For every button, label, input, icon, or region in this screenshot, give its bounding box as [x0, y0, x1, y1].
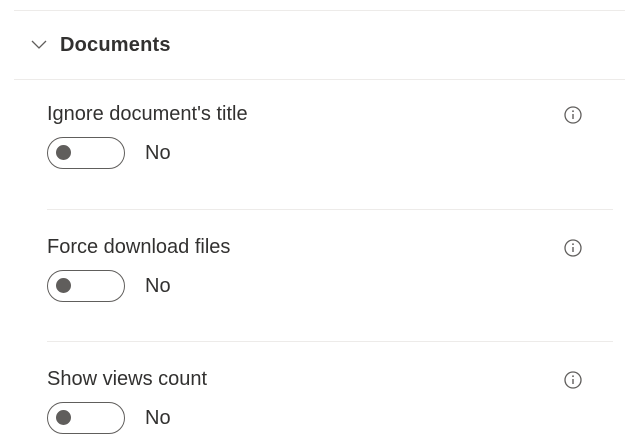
setting-force-download-files: Force download files No	[47, 236, 613, 306]
force-download-files-toggle[interactable]	[47, 270, 125, 302]
setting-ignore-document-title: Ignore document's title No	[47, 103, 613, 173]
toggle-state-label: No	[145, 274, 171, 297]
setting-divider	[47, 209, 613, 210]
info-icon[interactable]	[563, 238, 583, 258]
documents-section-header[interactable]: Documents	[14, 11, 625, 80]
chevron-down-icon	[30, 36, 48, 54]
toggle-state-label: No	[145, 406, 171, 429]
setting-show-views-count: Show views count No	[47, 368, 613, 438]
setting-divider	[47, 341, 613, 342]
toggle-row: No	[47, 402, 171, 434]
toggle-row: No	[47, 137, 171, 169]
toggle-state-label: No	[145, 141, 171, 164]
toggle-thumb	[56, 410, 71, 425]
setting-label: Force download files	[47, 236, 231, 258]
documents-settings-panel: Documents Ignore document's title No For…	[0, 0, 625, 446]
show-views-count-toggle[interactable]	[47, 402, 125, 434]
setting-label: Show views count	[47, 368, 208, 390]
toggle-thumb	[56, 278, 71, 293]
info-icon[interactable]	[563, 105, 583, 125]
setting-label: Ignore document's title	[47, 103, 248, 125]
toggle-row: No	[47, 270, 171, 302]
section-title: Documents	[60, 33, 171, 56]
ignore-document-title-toggle[interactable]	[47, 137, 125, 169]
toggle-thumb	[56, 145, 71, 160]
info-icon[interactable]	[563, 370, 583, 390]
